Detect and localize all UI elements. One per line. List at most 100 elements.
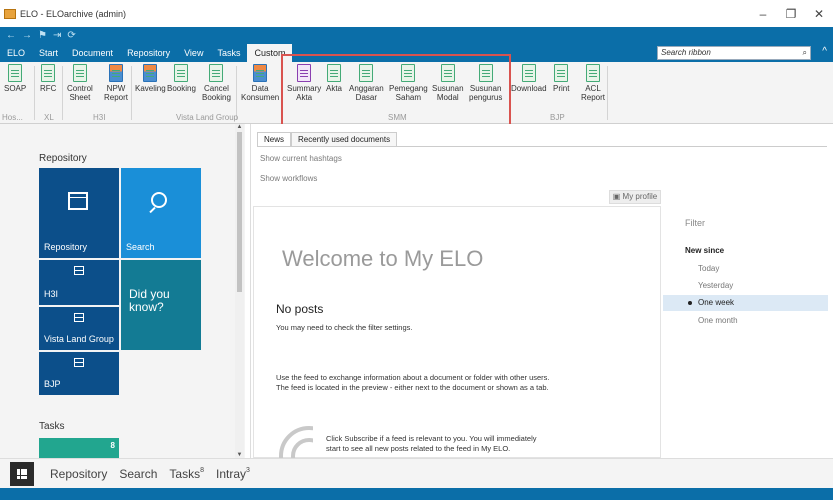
- apps-grid-button[interactable]: [10, 461, 34, 486]
- data-konsumen-button[interactable]: Data Konsumen: [241, 64, 279, 102]
- tab-view[interactable]: View: [177, 44, 210, 62]
- repository-section-title: Repository: [39, 153, 87, 164]
- tab-document[interactable]: Document: [65, 44, 120, 62]
- divider: [236, 66, 237, 120]
- refresh-icon[interactable]: ⟳: [67, 30, 75, 41]
- cancel-booking-label: Cancel Booking: [202, 84, 231, 102]
- main-tabs: News Recently used documents: [257, 132, 398, 146]
- map-icon: [143, 64, 158, 82]
- kaveling-label: Kaveling: [135, 84, 166, 93]
- booking-button[interactable]: Booking: [167, 64, 196, 93]
- my-elo-main: News Recently used documents Show curren…: [250, 124, 833, 458]
- divider: [257, 146, 827, 147]
- group-label-bjp: BJP: [550, 113, 565, 122]
- filter-title: Filter: [685, 218, 705, 228]
- show-workflows-link[interactable]: Show workflows: [260, 174, 317, 183]
- window-controls: – ❐ ✕: [749, 0, 833, 27]
- acl-report-button[interactable]: ACL Report: [581, 64, 605, 102]
- search-icon: ⌕: [802, 48, 807, 57]
- restore-icon[interactable]: ❐: [777, 0, 805, 27]
- tasks-count-badge: 8: [110, 441, 115, 450]
- tab-repository[interactable]: Repository: [120, 44, 177, 62]
- rfc-button[interactable]: RFC: [40, 64, 56, 93]
- tab-start[interactable]: Start: [32, 44, 65, 62]
- group-label-hos: Hos...: [2, 113, 23, 122]
- tile-bjp[interactable]: BJP: [39, 352, 119, 395]
- collapse-ribbon-icon[interactable]: ^: [822, 46, 827, 57]
- tile-search[interactable]: Search: [121, 168, 201, 258]
- tab-elo[interactable]: ELO: [0, 44, 32, 62]
- print-button[interactable]: Print: [553, 64, 569, 93]
- tile-repository[interactable]: Repository: [39, 168, 119, 258]
- tile-vista-land-group[interactable]: Vista Land Group: [39, 307, 119, 350]
- search-icon: [151, 192, 167, 208]
- filter-option-one-week-label: One week: [698, 298, 735, 307]
- filter-option-today[interactable]: Today: [698, 264, 719, 273]
- filter-hint-text: You may need to check the filter setting…: [276, 323, 413, 332]
- document-icon: [209, 64, 224, 82]
- kaveling-button[interactable]: Kaveling: [135, 64, 166, 93]
- download-label: Download: [511, 84, 547, 93]
- close-icon[interactable]: ✕: [805, 0, 833, 27]
- filter-option-one-week[interactable]: One week: [663, 295, 828, 311]
- document-icon: [586, 64, 600, 82]
- booking-label: Booking: [167, 84, 196, 93]
- filter-option-yesterday[interactable]: Yesterday: [698, 281, 733, 290]
- minimize-icon[interactable]: –: [749, 0, 777, 27]
- divider: [607, 66, 608, 120]
- tile-h3i-label: H3I: [44, 289, 59, 299]
- no-posts-heading: No posts: [276, 302, 324, 316]
- nav-tasks[interactable]: Tasks8: [169, 467, 204, 481]
- download-button[interactable]: Download: [511, 64, 547, 93]
- folder-icon: [74, 358, 84, 367]
- back-arrow-icon[interactable]: ←: [6, 30, 16, 41]
- folder-icon: [74, 313, 84, 322]
- tab-news[interactable]: News: [257, 132, 292, 146]
- left-pane: Repository Repository Search H3I Did you…: [0, 124, 245, 458]
- tile-h3i[interactable]: H3I: [39, 260, 119, 305]
- divider: [34, 66, 35, 120]
- filter-option-one-month[interactable]: One month: [698, 316, 738, 325]
- feed-info-line-1: Use the feed to exchange information abo…: [276, 373, 550, 382]
- nav-intray-count: 3: [246, 466, 250, 474]
- ribbon-search-input[interactable]: Search ribbon ⌕: [657, 46, 811, 60]
- grid-icon: [17, 468, 27, 479]
- show-hashtags-link[interactable]: Show current hashtags: [260, 154, 342, 163]
- tab-recently-used[interactable]: Recently used documents: [291, 132, 398, 146]
- next-icon[interactable]: ⇥: [53, 30, 61, 41]
- elo-app-icon: [4, 8, 16, 19]
- group-label-vista: Vista Land Group: [176, 113, 239, 122]
- npw-report-button[interactable]: NPW Report: [104, 64, 128, 102]
- quick-access-toolbar: ← → ⚑ ⇥ ⟳: [0, 27, 833, 44]
- tile-tasks[interactable]: 8: [39, 438, 119, 458]
- group-label-xl: XL: [44, 113, 54, 122]
- scroll-thumb[interactable]: [237, 132, 242, 292]
- left-scrollbar[interactable]: ▲ ▼: [235, 124, 244, 458]
- rss-feed-icon: [279, 426, 313, 458]
- scroll-up-icon[interactable]: ▲: [235, 124, 244, 130]
- bookmark-icon[interactable]: ⚑: [38, 30, 47, 41]
- data-icon: [253, 64, 268, 82]
- cancel-booking-button[interactable]: Cancel Booking: [202, 64, 231, 102]
- tile-vista-label: Vista Land Group: [44, 334, 114, 344]
- my-profile-button[interactable]: ▣ My profile: [609, 190, 661, 204]
- my-profile-label: My profile: [622, 192, 658, 201]
- nav-repository[interactable]: Repository: [50, 467, 107, 481]
- folder-icon: [74, 266, 84, 275]
- nav-tasks-label: Tasks: [169, 466, 201, 481]
- bottom-nav: Repository Search Tasks8 Intray3: [0, 458, 833, 488]
- nav-search[interactable]: Search: [119, 467, 157, 481]
- tile-search-label: Search: [126, 242, 155, 252]
- download-icon: [521, 64, 536, 82]
- tile-did-you-know[interactable]: Did you know?: [121, 260, 201, 350]
- report-icon: [109, 64, 123, 82]
- nav-intray[interactable]: Intray3: [216, 467, 250, 481]
- tile-repository-label: Repository: [44, 242, 88, 252]
- status-bar: [0, 488, 833, 500]
- soap-button[interactable]: SOAP: [4, 64, 26, 93]
- forward-arrow-icon[interactable]: →: [22, 30, 32, 41]
- subscribe-line-2: start to see all new posts related to th…: [326, 444, 511, 453]
- control-sheet-button[interactable]: Control Sheet: [67, 64, 93, 102]
- tab-tasks[interactable]: Tasks: [210, 44, 247, 62]
- tile-did-you-know-label: Did you know?: [129, 287, 170, 314]
